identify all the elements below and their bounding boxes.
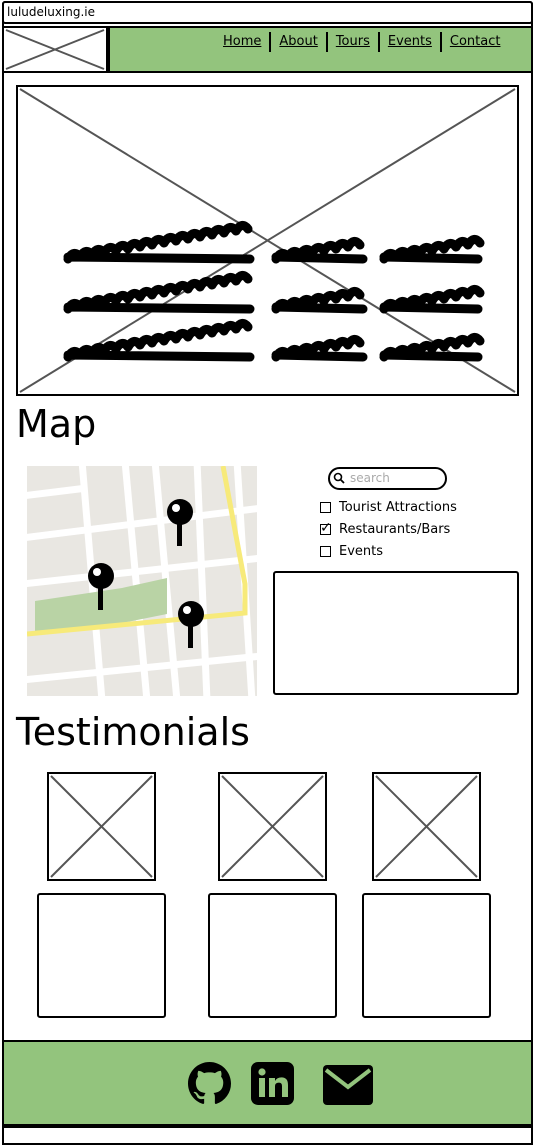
- bottom-bar: [2, 1126, 533, 1145]
- address-bar-url: luludeluxing.ie: [7, 5, 96, 19]
- map-view[interactable]: [27, 466, 257, 696]
- testimonial-card: [362, 893, 491, 1018]
- map-graphic: [27, 466, 257, 696]
- nav-link-home[interactable]: Home: [215, 32, 269, 52]
- filter-restaurants-bars[interactable]: ✓ Restaurants/Bars: [320, 520, 451, 537]
- nav-links: Home About Tours Events Contact: [215, 30, 508, 54]
- checkbox-checked[interactable]: ✓: [320, 520, 332, 536]
- filter-label: Tourist Attractions: [339, 500, 457, 515]
- filter-tourist-attractions[interactable]: Tourist Attractions: [320, 500, 457, 515]
- nav-link-contact[interactable]: Contact: [442, 32, 509, 52]
- map-info-panel: [273, 571, 519, 695]
- testimonial-card: [37, 893, 166, 1018]
- linkedin-icon[interactable]: [251, 1062, 294, 1105]
- hero-image: [16, 85, 519, 396]
- filter-label: Restaurants/Bars: [339, 522, 451, 537]
- github-icon[interactable]: [188, 1062, 231, 1105]
- image-placeholder-icon: [50, 775, 153, 878]
- map-section-title: Map: [16, 402, 97, 446]
- nav-link-tours[interactable]: Tours: [328, 32, 378, 52]
- check-icon: ✓: [320, 520, 332, 536]
- image-placeholder-icon: [221, 775, 324, 878]
- map-search-input[interactable]: search: [328, 467, 447, 490]
- search-placeholder: search: [350, 471, 390, 485]
- email-icon[interactable]: [323, 1065, 373, 1105]
- testimonial-photo: [372, 772, 481, 881]
- checkbox[interactable]: [320, 502, 331, 513]
- address-bar[interactable]: luludeluxing.ie: [2, 1, 533, 24]
- filter-events[interactable]: Events: [320, 544, 383, 559]
- nav-link-about[interactable]: About: [271, 32, 325, 52]
- checkbox[interactable]: [320, 546, 331, 557]
- testimonial-photo: [218, 772, 327, 881]
- nav-link-events[interactable]: Events: [380, 32, 440, 52]
- image-placeholder-icon: [375, 775, 478, 878]
- hero-placeholder-graphic: [19, 88, 516, 393]
- testimonial-card: [208, 893, 337, 1018]
- search-icon: [333, 472, 345, 484]
- image-placeholder-icon: [5, 29, 105, 70]
- testimonial-photo: [47, 772, 156, 881]
- filter-label: Events: [339, 544, 384, 559]
- testimonials-section-title: Testimonials: [16, 710, 250, 754]
- logo-placeholder[interactable]: [2, 26, 108, 73]
